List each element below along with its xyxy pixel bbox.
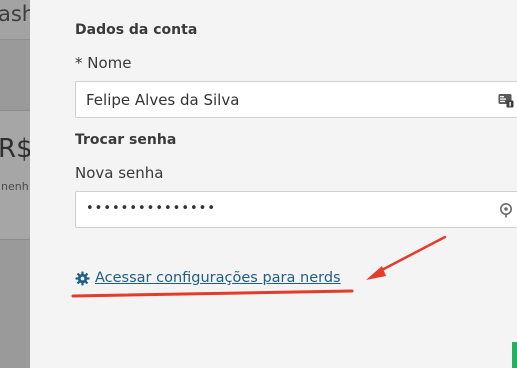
name-label: * Nome bbox=[75, 54, 132, 72]
accent-bar bbox=[512, 342, 517, 368]
name-input[interactable]: Felipe Alves da Silva bbox=[75, 81, 517, 118]
password-section-title: Trocar senha bbox=[75, 132, 177, 148]
account-settings-panel: Dados da conta * Nome Felipe Alves da Si… bbox=[30, 0, 517, 368]
new-password-label: Nova senha bbox=[75, 164, 164, 182]
account-section-title: Dados da conta bbox=[75, 22, 198, 38]
background-card bbox=[0, 110, 30, 240]
nerds-link-label: Acessar configurações para nerds bbox=[95, 270, 341, 286]
name-input-value: Felipe Alves da Silva bbox=[86, 91, 240, 109]
background-subtext: nenh bbox=[1, 180, 29, 193]
key-icon[interactable] bbox=[498, 202, 514, 218]
contact-card-icon[interactable] bbox=[498, 92, 514, 108]
background-currency: R$ bbox=[0, 134, 33, 164]
nerds-settings-link[interactable]: Acessar configurações para nerds bbox=[75, 270, 341, 286]
gear-icon bbox=[75, 270, 90, 286]
new-password-value: ••••••••••••••• bbox=[86, 201, 217, 216]
new-password-input[interactable]: ••••••••••••••• bbox=[75, 191, 517, 228]
